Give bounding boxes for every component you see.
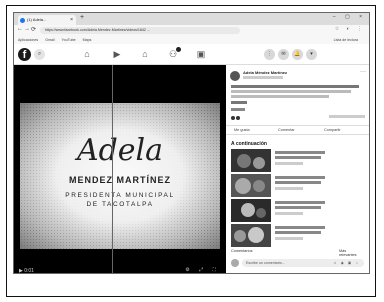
video-surname: MENDEZ MARTÍNEZ	[69, 175, 171, 185]
tab-bar: (1) Adela... × + – ▢ ×	[14, 13, 369, 25]
menu-icon[interactable]: ⋮	[264, 49, 275, 60]
post-text-line	[231, 108, 245, 111]
post-stats	[329, 115, 365, 118]
back-icon[interactable]: ←	[17, 26, 23, 32]
comments-label: Comentarios	[231, 249, 253, 253]
comments-header: Comentarios Más relevantes	[231, 249, 357, 257]
post-actions: Me gusta Comentar Compartir	[226, 125, 369, 135]
comment-button[interactable]: Comentar	[278, 126, 295, 135]
screenshot-frame: (1) Adela... × + – ▢ × ← → ⟳ https://www…	[6, 5, 376, 297]
bookmark-item[interactable]: YouTube	[62, 38, 76, 42]
home-icon[interactable]: ⌂	[80, 48, 94, 60]
post-text-line	[231, 101, 247, 104]
window-controls[interactable]: – ▢ ×	[333, 14, 366, 20]
tab-title: (1) Adela...	[27, 17, 47, 22]
video-thumbnail	[231, 224, 271, 247]
share-button[interactable]: Compartir	[324, 126, 341, 135]
video-divider	[112, 65, 113, 273]
address-bar: ← → ⟳ https://www.facebook.com/Adela.Men…	[14, 25, 369, 36]
bookmark-item[interactable]: Gmail	[45, 38, 54, 42]
bookmark-item[interactable]: Aplicaciones	[18, 38, 38, 42]
post-author[interactable]: Adela Méndez Martínez	[243, 70, 287, 75]
video-thumbnail	[231, 149, 271, 172]
notification-badge	[176, 47, 181, 52]
new-tab-button[interactable]: +	[80, 14, 84, 21]
browser-window: (1) Adela... × + – ▢ × ← → ⟳ https://www…	[13, 12, 370, 274]
video-settings-controls[interactable]: ⚙ ⤢ ⛶	[185, 267, 220, 273]
list-item[interactable]	[231, 149, 366, 175]
list-item[interactable]	[231, 199, 366, 225]
list-item[interactable]	[231, 174, 366, 200]
facebook-header: f ⌕ ⌂ ▶ ⌂ ⚇ ▣ ⋮ ✉ 🔔 ▾	[14, 44, 369, 65]
facebook-favicon-icon	[20, 17, 25, 23]
reaction-summary[interactable]	[231, 115, 241, 120]
video-role-line2: DE TACOTALPA	[86, 201, 154, 208]
tab-close-icon[interactable]: ×	[70, 15, 73, 25]
bookmarks-bar: Aplicaciones Gmail YouTube Maps Lista de…	[14, 36, 369, 44]
messenger-icon[interactable]: ✉	[278, 49, 289, 60]
video-player[interactable]: Adela MENDEZ MARTÍNEZ PRESIDENTA MUNICIP…	[14, 65, 226, 273]
post-text-line	[231, 90, 351, 93]
post-text-line	[231, 85, 359, 88]
search-icon[interactable]: ⌕	[34, 49, 45, 60]
comment-input[interactable]: Escribe un comentario... ☺ ◉ ▣ ☆	[242, 259, 364, 267]
post-text-line	[231, 95, 329, 98]
avatar	[231, 259, 239, 267]
post-panel: Adela Méndez Martínez ··· Me gusta Comen…	[226, 65, 369, 273]
bookmark-item[interactable]: Maps	[83, 38, 92, 42]
video-name: Adela	[76, 133, 164, 168]
love-reaction-icon	[236, 115, 240, 120]
forward-icon[interactable]: →	[24, 26, 30, 32]
notifications-icon[interactable]: 🔔	[292, 49, 303, 60]
avatar[interactable]	[230, 71, 240, 81]
up-next-heading: A continuación	[231, 141, 267, 147]
marketplace-glyph: ⌂	[142, 49, 148, 59]
reload-icon[interactable]: ⟳	[31, 26, 36, 33]
extension-icons[interactable]: ☆ ◐ ⋮	[335, 26, 365, 32]
video-thumbnail	[231, 174, 271, 197]
play-button[interactable]: ▶ 0:01	[19, 268, 34, 273]
emoji-icons[interactable]: ☺ ◉ ▣ ☆	[333, 259, 360, 267]
url-input[interactable]: https://www.facebook.com/Adela.Mendez.Ma…	[40, 27, 240, 34]
video-controls: ▶ 0:01 ⚙ ⤢ ⛶	[14, 266, 226, 273]
video-role: PRESIDENTA MUNICIPAL DE TACOTALPA	[20, 191, 220, 209]
comment-placeholder: Escribe un comentario...	[246, 261, 285, 265]
like-reaction-icon	[231, 115, 235, 120]
video-thumbnail	[231, 199, 271, 222]
account-icon[interactable]: ▾	[306, 49, 317, 60]
more-options-icon[interactable]: ···	[360, 69, 366, 75]
gaming-icon[interactable]: ▣	[194, 48, 208, 60]
video-frame: Adela MENDEZ MARTÍNEZ PRESIDENTA MUNICIP…	[20, 103, 220, 249]
reading-list[interactable]: Lista de lectura	[334, 36, 358, 44]
tab-facebook[interactable]: (1) Adela... ×	[18, 15, 76, 25]
groups-icon[interactable]: ⚇	[166, 47, 181, 60]
comment-composer: Escribe un comentario... ☺ ◉ ▣ ☆	[231, 258, 366, 268]
post-meta	[243, 76, 283, 79]
video-role-line1: PRESIDENTA MUNICIPAL	[65, 192, 175, 199]
list-item[interactable]	[231, 224, 366, 250]
facebook-logo-icon[interactable]: f	[18, 48, 31, 61]
like-button[interactable]: Me gusta	[234, 126, 250, 135]
video-icon[interactable]: ▶	[110, 48, 124, 60]
comments-sort[interactable]: Más relevantes	[339, 249, 357, 257]
marketplace-icon[interactable]: ⌂	[138, 48, 152, 60]
